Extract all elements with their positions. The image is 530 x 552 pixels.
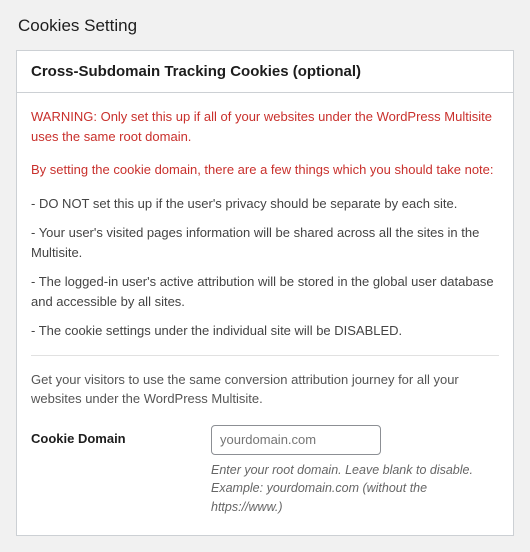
bullet-item: - Your user's visited pages information … (31, 223, 499, 262)
bullet-item: - DO NOT set this up if the user's priva… (31, 194, 499, 214)
warning-label: WARNING: (31, 109, 97, 124)
cookie-domain-control: Enter your root domain. Leave blank to d… (211, 425, 499, 517)
panel-heading: Cross-Subdomain Tracking Cookies (option… (31, 63, 499, 80)
bullet-item: - The cookie settings under the individu… (31, 321, 499, 341)
settings-panel: Cross-Subdomain Tracking Cookies (option… (16, 50, 514, 536)
bullet-item: - The logged-in user's active attributio… (31, 272, 499, 311)
note-intro: By setting the cookie domain, there are … (31, 160, 499, 180)
divider (31, 355, 499, 356)
cookie-domain-label: Cookie Domain (31, 425, 211, 446)
panel-body: WARNING: Only set this up if all of your… (17, 93, 513, 535)
cookie-domain-help: Enter your root domain. Leave blank to d… (211, 461, 499, 517)
panel-header: Cross-Subdomain Tracking Cookies (option… (17, 51, 513, 93)
page-title: Cookies Setting (18, 16, 514, 36)
warning-text: WARNING: Only set this up if all of your… (31, 107, 499, 146)
warning-body: Only set this up if all of your websites… (31, 109, 492, 144)
cookie-domain-input[interactable] (211, 425, 381, 455)
panel-description: Get your visitors to use the same conver… (31, 370, 499, 409)
cookie-domain-field: Cookie Domain Enter your root domain. Le… (31, 425, 499, 517)
